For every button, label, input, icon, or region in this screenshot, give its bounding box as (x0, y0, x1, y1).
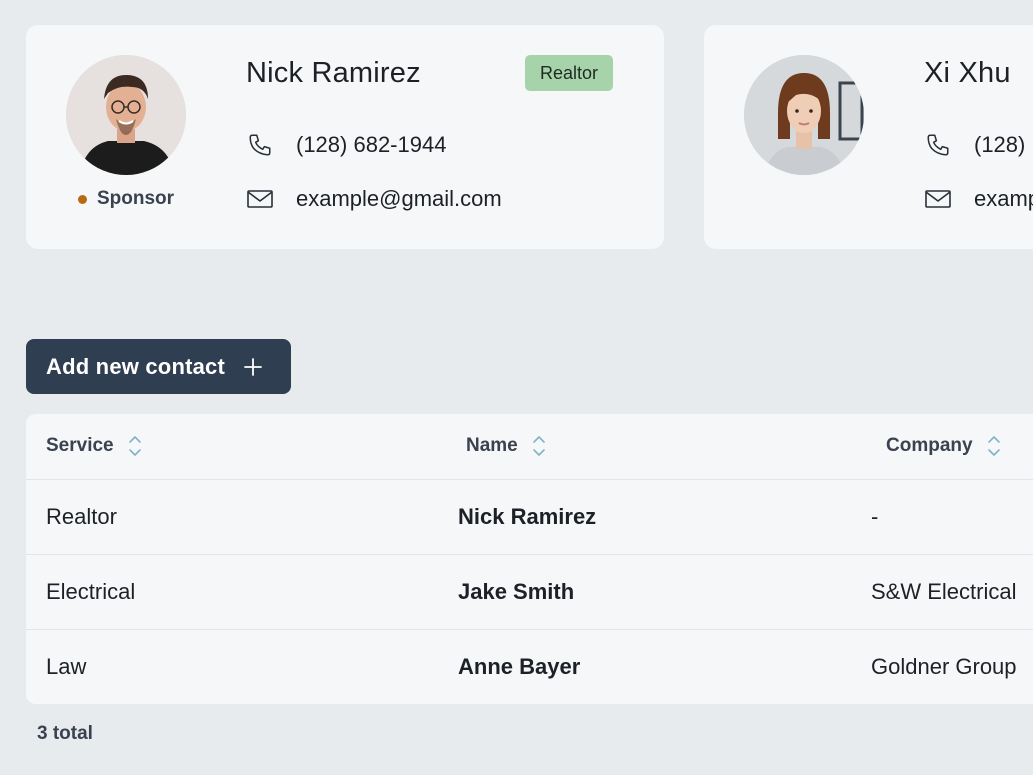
cell-company: Goldner Group (871, 654, 1017, 679)
avatar (66, 55, 186, 175)
cell-name: Nick Ramirez (458, 504, 597, 529)
column-header-label: Company (886, 435, 973, 456)
mail-icon (924, 185, 952, 213)
contacts-table: Service Name Company Realtor Nick Ramire… (26, 414, 1033, 704)
sort-icon[interactable] (987, 434, 1001, 458)
mail-icon (246, 185, 274, 213)
table-row[interactable]: Electrical Jake Smith S&W Electrical (26, 555, 1033, 630)
role-status: Sponsor (78, 188, 174, 210)
email-address: examp (974, 186, 1033, 211)
column-header-service[interactable]: Service (46, 434, 142, 458)
cell-company: S&W Electrical (871, 579, 1017, 604)
plus-icon (243, 357, 263, 377)
cell-name: Anne Bayer (458, 654, 581, 679)
phone-icon (246, 131, 274, 159)
table-header: Service Name Company (26, 414, 1033, 480)
column-header-name[interactable]: Name (466, 434, 546, 458)
cell-service: Electrical (46, 579, 136, 604)
total-count: 3 total (37, 723, 93, 744)
phone-row[interactable]: (128) (924, 131, 1025, 159)
phone-number: (128) 682-1944 (296, 132, 447, 157)
sort-icon[interactable] (128, 434, 142, 458)
phone-icon (924, 131, 952, 159)
column-header-label: Service (46, 435, 114, 456)
email-row[interactable]: example@gmail.com (246, 185, 502, 213)
contact-name: Nick Ramirez (246, 57, 421, 89)
add-new-contact-button[interactable]: Add new contact (26, 339, 291, 394)
cell-company: - (871, 504, 879, 529)
column-header-company[interactable]: Company (886, 434, 1001, 458)
table-row[interactable]: Law Anne Bayer Goldner Group (26, 630, 1033, 704)
contacts-page: Sponsor Nick Ramirez Realtor (128) 682-1… (0, 0, 1033, 775)
contact-card[interactable]: Xi Xhu (128) examp (704, 25, 1033, 249)
avatar (744, 55, 864, 175)
cell-service: Law (46, 654, 87, 679)
email-address: example@gmail.com (296, 186, 502, 211)
cell-name: Jake Smith (458, 579, 575, 604)
role-label: Sponsor (97, 188, 175, 209)
service-tag: Realtor (525, 55, 614, 91)
status-dot (78, 194, 87, 204)
phone-number: (128) (974, 132, 1026, 157)
contact-card[interactable]: Sponsor Nick Ramirez Realtor (128) 682-1… (26, 25, 664, 249)
column-header-label: Name (466, 435, 518, 456)
contact-name: Xi Xhu (924, 57, 1011, 89)
table-row[interactable]: Realtor Nick Ramirez - (26, 480, 1033, 555)
sort-icon[interactable] (532, 434, 546, 458)
add-button-label: Add new contact (46, 353, 226, 379)
phone-row[interactable]: (128) 682-1944 (246, 131, 446, 159)
email-row[interactable]: examp (924, 185, 1033, 213)
cell-service: Realtor (46, 504, 117, 529)
